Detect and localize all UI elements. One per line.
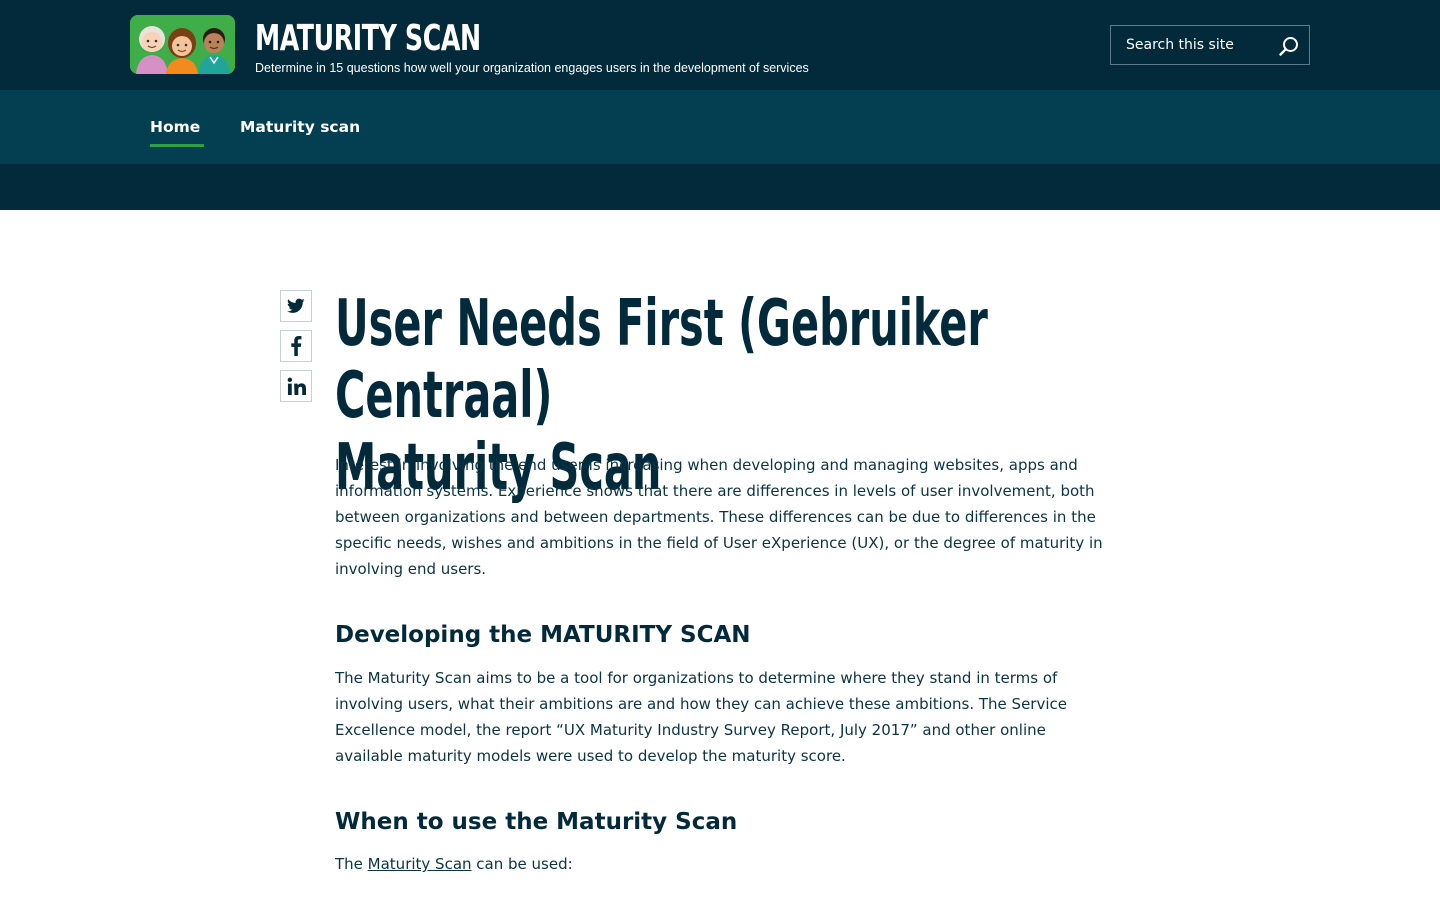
site-title[interactable]: MATURITY SCAN <box>255 16 481 62</box>
nav-item-home[interactable]: Home <box>150 117 205 147</box>
search-input[interactable] <box>1111 26 1271 64</box>
when-to-use-text-before: The <box>335 855 368 873</box>
site-header: MATURITY SCAN Determine in 15 questions … <box>0 0 1440 90</box>
page-title-line-1: User Needs First (Gebruiker Centraal) <box>335 287 988 433</box>
facebook-icon <box>291 336 302 356</box>
linkedin-icon <box>287 377 306 395</box>
nav-item-maturity-scan[interactable]: Maturity scan <box>240 117 360 137</box>
twitter-share-button[interactable] <box>280 290 312 322</box>
maturity-scan-link[interactable]: Maturity Scan <box>368 855 472 873</box>
section-heading-when-to-use: When to use the Maturity Scan <box>335 809 738 835</box>
twitter-icon <box>287 298 305 313</box>
search-icon[interactable] <box>1277 34 1301 58</box>
when-to-use-text-after: can be used: <box>471 855 573 873</box>
header-band <box>0 164 1440 210</box>
linkedin-share-button[interactable] <box>280 370 312 402</box>
site-subtitle: Determine in 15 questions how well your … <box>255 61 809 75</box>
section-heading-developing: Developing the MATURITY SCAN <box>335 622 751 648</box>
when-to-use-paragraph: The Maturity Scan can be used: <box>335 851 1107 877</box>
three-people-logo[interactable] <box>130 15 235 74</box>
main-nav: Home Maturity scan <box>0 90 1440 164</box>
facebook-share-button[interactable] <box>280 330 312 362</box>
search-box <box>1110 25 1310 65</box>
developing-paragraph: The Maturity Scan aims to be a tool for … <box>335 669 1067 765</box>
intro-paragraph: Interest in involving the end user is in… <box>335 456 1103 578</box>
